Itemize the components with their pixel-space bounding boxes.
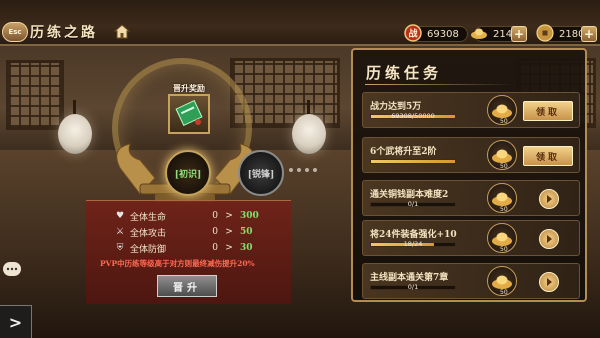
claim-label: 领取 bbox=[535, 152, 560, 163]
stat-arrow: > bbox=[225, 227, 233, 237]
reward-count: 50 bbox=[500, 118, 508, 125]
task-panel-title: 历练任务 bbox=[366, 64, 443, 82]
page-title: 历练之路 bbox=[30, 25, 98, 41]
stat-arrow: > bbox=[225, 243, 233, 253]
reward-count: 50 bbox=[500, 246, 508, 253]
task-row: 将24件装备强化+10 18/24 50 bbox=[362, 220, 580, 256]
lattice-window bbox=[6, 60, 64, 130]
back-label: Esc bbox=[8, 28, 22, 36]
claim-label: 领取 bbox=[535, 107, 560, 118]
expand-label: > bbox=[8, 312, 23, 332]
lantern-icon bbox=[58, 100, 92, 154]
sword-icon: ⚔ bbox=[115, 227, 125, 237]
reward-count: 50 bbox=[500, 163, 508, 170]
stat-new-value: 300 bbox=[240, 211, 259, 221]
stat-name: 全体生命 bbox=[130, 212, 167, 223]
go-button[interactable] bbox=[539, 189, 559, 209]
stat-arrow: > bbox=[225, 211, 233, 221]
lantern-icon bbox=[292, 100, 326, 154]
more-ranks-indicator bbox=[289, 168, 317, 172]
task-row: 通关铜钱副本难度2 0/1 50 bbox=[362, 180, 580, 216]
stat-name: 全体攻击 bbox=[130, 228, 167, 239]
copper-coin-icon bbox=[536, 24, 554, 42]
task-progress-bar bbox=[370, 159, 456, 164]
chat-bubble-icon bbox=[6, 267, 18, 271]
task-name: 6个武将升至2阶 bbox=[370, 147, 437, 157]
pvp-bonus-note: PVP中历练等级高于对方则最终减伤提升20% bbox=[100, 259, 255, 268]
gold-ingot-icon bbox=[471, 28, 487, 39]
top-bar: Esc 历练之路 战 69308 2148 + 21800 + bbox=[0, 0, 600, 46]
title-divider bbox=[365, 84, 515, 85]
task-row: 6个武将升至2阶 50 领取 bbox=[362, 137, 580, 173]
shield-icon: ⛨ bbox=[116, 243, 124, 253]
promotion-reward-item[interactable] bbox=[168, 94, 210, 134]
task-progress-fill bbox=[371, 160, 455, 163]
battle-power-icon: 战 bbox=[404, 24, 422, 42]
go-button[interactable] bbox=[539, 272, 559, 292]
copper-coin-display: 21800 + bbox=[536, 24, 597, 42]
rank-node-next[interactable]: [锐锋] bbox=[238, 150, 284, 196]
stat-row: ⛨ 全体防御 0 > 30 bbox=[114, 241, 253, 255]
reward-count: 50 bbox=[500, 206, 508, 213]
home-icon bbox=[114, 23, 130, 38]
back-button[interactable]: Esc bbox=[2, 22, 28, 42]
home-button[interactable] bbox=[112, 22, 132, 40]
add-coin-button[interactable]: + bbox=[581, 26, 597, 42]
jade-scroll-icon bbox=[175, 99, 203, 127]
task-progress-text: 18/24 bbox=[403, 240, 423, 248]
heart-icon: ♥ bbox=[115, 211, 125, 221]
stat-row: ⚔ 全体攻击 0 > 50 bbox=[114, 225, 253, 239]
claim-button[interactable]: 领取 bbox=[523, 101, 573, 121]
task-name: 主线副本通关第7章 bbox=[370, 273, 449, 283]
stat-row: ♥ 全体生命 0 > 300 bbox=[114, 209, 259, 223]
task-progress-text: 0/1 bbox=[407, 283, 419, 291]
arrow-right-icon bbox=[547, 278, 552, 286]
task-name: 战力达到5万 bbox=[370, 102, 422, 112]
stat-old-value: 0 bbox=[212, 211, 218, 221]
stat-new-value: 50 bbox=[240, 227, 253, 237]
battle-power-value: 69308 bbox=[427, 28, 459, 40]
rank-node-current[interactable]: [初识] bbox=[165, 150, 211, 196]
promotion-reward-label: 晋升奖励 bbox=[173, 83, 205, 93]
battle-power-display: 战 69308 bbox=[404, 24, 468, 42]
gold-ingot-display: 2148 + bbox=[471, 26, 527, 42]
stat-name: 全体防御 bbox=[130, 244, 167, 255]
svg-text:战: 战 bbox=[408, 28, 417, 40]
claim-button[interactable]: 领取 bbox=[523, 146, 573, 166]
expand-menu-button[interactable]: > bbox=[0, 305, 32, 338]
reward-count: 50 bbox=[500, 289, 508, 296]
task-name: 通关铜钱副本难度2 bbox=[370, 190, 449, 200]
upgrade-label: 晋升 bbox=[173, 282, 201, 294]
game-screen: Esc 历练之路 战 69308 2148 + 21800 + 晋升奖励 [初识… bbox=[0, 0, 600, 338]
stat-old-value: 0 bbox=[212, 227, 218, 237]
task-name: 将24件装备强化+10 bbox=[370, 230, 457, 240]
go-button[interactable] bbox=[539, 229, 559, 249]
task-progress-text: 69308/50000 bbox=[391, 112, 435, 120]
chat-button[interactable] bbox=[3, 262, 21, 276]
stat-old-value: 0 bbox=[212, 243, 218, 253]
task-row: 主线副本通关第7章 0/1 50 bbox=[362, 263, 580, 299]
arrow-right-icon bbox=[547, 235, 552, 243]
stat-new-value: 30 bbox=[240, 243, 253, 253]
task-panel: 历练任务 战力达到5万 69308/50000 50 领取 6个武将升至2阶 50… bbox=[351, 48, 587, 302]
rank-current-label: [初识] bbox=[174, 169, 202, 180]
task-row: 战力达到5万 69308/50000 50 领取 bbox=[362, 92, 580, 128]
arrow-right-icon bbox=[547, 195, 552, 203]
add-gold-button[interactable]: + bbox=[511, 26, 527, 42]
rank-next-label: [锐锋] bbox=[247, 169, 275, 180]
upgrade-button[interactable]: 晋升 bbox=[157, 275, 217, 297]
task-progress-text: 0/1 bbox=[407, 200, 419, 208]
